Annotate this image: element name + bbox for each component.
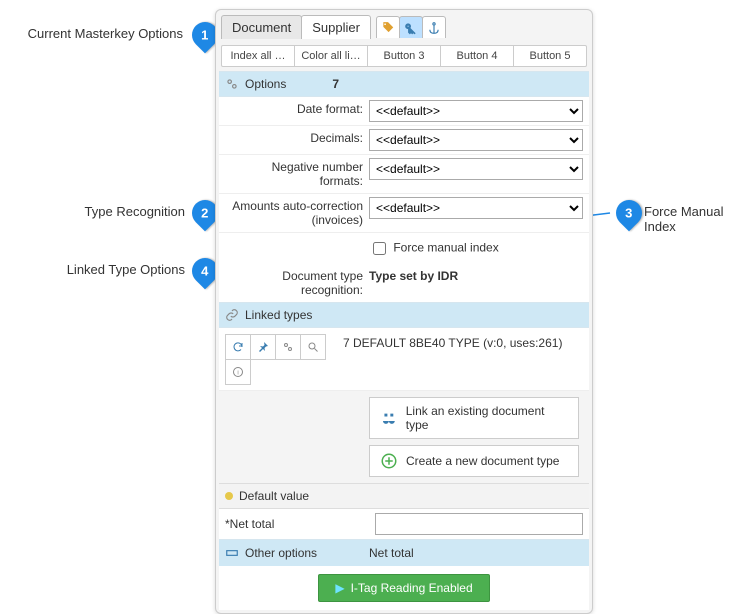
other-options-row: Other options Net total [219, 539, 589, 566]
key-icon [404, 21, 418, 35]
options-section-header: Options 7 [219, 71, 589, 97]
pin-icon [257, 340, 269, 354]
callout-label: Linked Type Options [67, 262, 185, 277]
sub-tab-button-4[interactable]: Button 4 [441, 46, 514, 66]
sub-tab-button-5[interactable]: Button 5 [514, 46, 586, 66]
net-total-label: *Net total [225, 517, 375, 531]
dot-icon [225, 492, 233, 500]
row-date-format: Date format: <<default>> [219, 97, 589, 126]
row-net-total: *Net total [219, 509, 589, 539]
row-force-manual: Force manual index [219, 233, 589, 264]
callout-masterkey: Current Masterkey Options [8, 26, 183, 41]
amounts-select[interactable]: <<default>> [369, 197, 583, 219]
tag-icon [381, 21, 395, 35]
default-value-title: Default value [239, 489, 309, 503]
gears-icon [282, 340, 294, 354]
default-value-header: Default value [219, 483, 589, 509]
sub-tab-color-all[interactable]: Color all li… [295, 46, 368, 66]
binoculars-icon [380, 409, 398, 427]
negative-select[interactable]: <<default>> [369, 158, 583, 180]
linked-toolbox: i [225, 334, 337, 384]
anchor-icon [427, 21, 441, 35]
row-decimals: Decimals: <<default>> [219, 126, 589, 155]
decimals-select[interactable]: <<default>> [369, 129, 583, 151]
callout-type-recognition: Type Recognition [55, 204, 185, 219]
doc-type-value: Type set by IDR [369, 269, 458, 283]
force-manual-checkbox[interactable] [373, 242, 386, 255]
row-amounts-autocorrect: Amounts auto-correction (invoices) <<def… [219, 194, 589, 233]
gears-button[interactable] [275, 334, 301, 360]
date-format-label: Date format: [219, 97, 369, 121]
callout-linked-type: Linked Type Options [55, 262, 185, 277]
date-format-select[interactable]: <<default>> [369, 100, 583, 122]
link-existing-label: Link an existing document type [406, 404, 568, 432]
info-icon: i [232, 365, 244, 379]
info-button[interactable]: i [225, 359, 251, 385]
net-total-input[interactable] [375, 513, 583, 535]
main-tab-bar: Document Supplier [219, 13, 589, 39]
bubble-3: 3 [611, 195, 648, 232]
refresh-icon [232, 340, 244, 354]
plus-circle-icon [380, 452, 398, 470]
linked-types-header: Linked types [219, 302, 589, 328]
callout-label: Type Recognition [85, 204, 185, 219]
create-new-button[interactable]: Create a new document type [369, 445, 579, 477]
key-icon-tab[interactable] [399, 16, 423, 38]
callout-label: Current Masterkey Options [28, 26, 183, 41]
tab-supplier[interactable]: Supplier [301, 15, 371, 39]
svg-text:i: i [237, 371, 238, 377]
decimals-label: Decimals: [219, 126, 369, 150]
amounts-label: Amounts auto-correction (invoices) [219, 194, 369, 232]
tag-icon-tab[interactable] [376, 16, 400, 38]
gears-icon [225, 77, 239, 91]
create-new-label: Create a new document type [406, 454, 559, 468]
refresh-button[interactable] [225, 334, 251, 360]
play-icon: ▶ [335, 581, 344, 595]
other-options-value: Net total [369, 546, 414, 560]
itag-label: I-Tag Reading Enabled [351, 581, 473, 595]
itag-reading-button[interactable]: ▶ I-Tag Reading Enabled [318, 574, 489, 602]
doc-type-label: Document type recognition: [219, 264, 369, 302]
settings-panel: Document Supplier Index all … Color all … [215, 9, 593, 614]
options-count: 7 [332, 77, 339, 91]
callout-force-manual: Force Manual Index [644, 204, 754, 234]
pin-button[interactable] [250, 334, 276, 360]
linked-type-description: 7 DEFAULT 8BE40 TYPE (v:0, uses:261) [337, 334, 583, 384]
rect-icon [225, 546, 239, 560]
other-options-title: Other options [245, 546, 317, 560]
sub-tab-button-3[interactable]: Button 3 [368, 46, 441, 66]
sub-tab-bar: Index all … Color all li… Button 3 Butto… [221, 45, 587, 67]
link-existing-button[interactable]: Link an existing document type [369, 397, 579, 439]
linked-types-title: Linked types [245, 308, 312, 322]
linked-types-body: i 7 DEFAULT 8BE40 TYPE (v:0, uses:261) [219, 328, 589, 391]
callout-label: Force Manual Index [644, 204, 723, 234]
anchor-icon-tab[interactable] [422, 16, 446, 38]
link-icon [225, 308, 239, 322]
search-icon [307, 340, 319, 354]
negative-label: Negative number formats: [219, 155, 369, 193]
force-manual-label: Force manual index [393, 241, 498, 255]
sub-tab-index-all[interactable]: Index all … [222, 46, 295, 66]
row-negative-numbers: Negative number formats: <<default>> [219, 155, 589, 194]
options-title: Options [245, 77, 286, 91]
tab-document[interactable]: Document [221, 15, 302, 39]
row-doc-type-recognition: Document type recognition: Type set by I… [219, 264, 589, 302]
search-button[interactable] [300, 334, 326, 360]
